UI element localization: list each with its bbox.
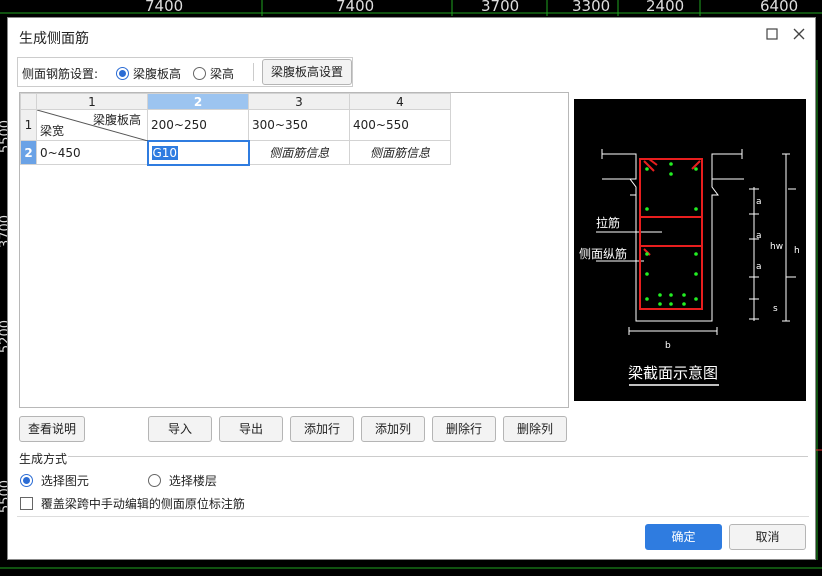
grid-cell[interactable]: 400~550 bbox=[349, 109, 451, 141]
checkbox-icon[interactable] bbox=[20, 497, 33, 510]
option-web-height[interactable]: 梁腹板高 bbox=[116, 65, 181, 82]
grid-cell[interactable]: 200~250 bbox=[147, 109, 249, 141]
column-header[interactable]: 3 bbox=[248, 93, 350, 110]
export-button[interactable]: 导出 bbox=[219, 416, 283, 442]
grid-cell[interactable]: 0~450 bbox=[36, 140, 148, 165]
side-rebar-label: 侧面纵筋 bbox=[579, 247, 628, 261]
generation-method-label: 生成方式 bbox=[19, 452, 68, 466]
dim-a-label: a bbox=[756, 262, 762, 272]
web-height-settings-button[interactable]: 梁腹板高设置 bbox=[262, 59, 352, 85]
grid-cell[interactable]: 300~350 bbox=[248, 109, 350, 141]
radio-checked-icon[interactable] bbox=[116, 67, 129, 80]
option-beam-height[interactable]: 梁高 bbox=[193, 65, 234, 82]
option-label: 选择楼层 bbox=[168, 474, 217, 488]
grid-corner bbox=[20, 93, 37, 110]
grid-cell-placeholder[interactable]: 侧面筋信息 bbox=[248, 140, 350, 165]
ok-button[interactable]: 确定 bbox=[645, 524, 722, 550]
grid-cell-editing[interactable]: G10 bbox=[146, 139, 250, 166]
option-select-elements[interactable]: 选择图元 bbox=[20, 472, 89, 489]
grid-cell-placeholder[interactable]: 侧面筋信息 bbox=[349, 140, 451, 165]
corner-bottom-label: 梁宽 bbox=[40, 124, 65, 138]
row-header[interactable]: 1 bbox=[20, 109, 37, 141]
close-icon bbox=[793, 28, 805, 40]
close-button[interactable] bbox=[789, 26, 809, 46]
radio-checked-icon[interactable] bbox=[20, 474, 33, 487]
corner-top-label: 梁腹板高 bbox=[92, 113, 141, 127]
tie-rebar-label: 拉筋 bbox=[596, 216, 621, 230]
option-label: 选择图元 bbox=[40, 474, 89, 488]
override-manual-annotation-checkbox[interactable]: 覆盖梁跨中手动编辑的侧面原位标注筋 bbox=[20, 495, 245, 512]
dim-hw-label: hw bbox=[770, 242, 784, 252]
divider bbox=[253, 63, 254, 81]
radio-icon[interactable] bbox=[193, 67, 206, 80]
maximize-button[interactable] bbox=[762, 26, 782, 46]
diagram-caption: 梁截面示意图 bbox=[628, 364, 719, 382]
row-header-selected[interactable]: 2 bbox=[20, 140, 37, 165]
import-button[interactable]: 导入 bbox=[148, 416, 212, 442]
section-divider bbox=[68, 456, 808, 457]
option-select-floors[interactable]: 选择楼层 bbox=[148, 472, 217, 489]
side-rebar-setting-group: 侧面钢筋设置: 梁腹板高 梁高 梁腹板高设置 bbox=[17, 57, 353, 87]
add-row-button[interactable]: 添加行 bbox=[290, 416, 354, 442]
editing-value[interactable]: G10 bbox=[151, 145, 179, 160]
cancel-button[interactable]: 取消 bbox=[729, 524, 806, 550]
column-header[interactable]: 4 bbox=[349, 93, 451, 110]
dim-b-label: b bbox=[665, 341, 671, 351]
corner-header-cell: 梁腹板高 梁宽 bbox=[36, 109, 148, 141]
beam-section-diagram: 拉筋 侧面纵筋 a a a hw h s b 梁截面示意图 bbox=[574, 99, 806, 401]
footer-divider bbox=[17, 516, 809, 517]
dim-s-label: s bbox=[773, 304, 778, 314]
radio-icon[interactable] bbox=[148, 474, 161, 487]
rebar-table[interactable]: 1 2 3 4 1 梁腹板高 梁宽 200~250 300~350 400~55… bbox=[19, 92, 569, 408]
dim-a-label: a bbox=[756, 197, 762, 207]
option-label: 梁高 bbox=[210, 67, 235, 81]
add-column-button[interactable]: 添加列 bbox=[361, 416, 425, 442]
side-rebar-setting-label: 侧面钢筋设置: bbox=[22, 67, 99, 81]
dim-h-label: h bbox=[794, 246, 800, 256]
generate-side-rebar-dialog: 生成侧面筋 侧面钢筋设置: 梁腹板高 梁高 梁腹板高设置 1 2 3 4 1 梁… bbox=[7, 17, 816, 560]
dialog-title: 生成侧面筋 bbox=[19, 31, 89, 47]
column-header-selected[interactable]: 2 bbox=[147, 93, 249, 110]
option-label: 梁腹板高 bbox=[133, 67, 182, 81]
delete-row-button[interactable]: 删除行 bbox=[432, 416, 496, 442]
rebar-grid: 1 2 3 4 1 梁腹板高 梁宽 200~250 300~350 400~55… bbox=[20, 93, 451, 166]
column-header[interactable]: 1 bbox=[36, 93, 148, 110]
dim-a-label: a bbox=[756, 231, 762, 241]
checkbox-label: 覆盖梁跨中手动编辑的侧面原位标注筋 bbox=[40, 497, 245, 511]
view-help-button[interactable]: 查看说明 bbox=[19, 416, 85, 442]
delete-column-button[interactable]: 删除列 bbox=[503, 416, 567, 442]
square-icon bbox=[766, 28, 778, 40]
